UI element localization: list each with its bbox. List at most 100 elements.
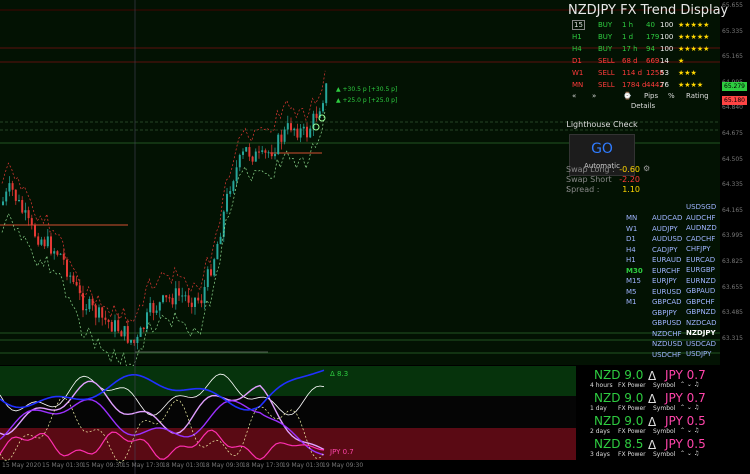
candle-body: [53, 251, 56, 254]
timeframe-button[interactable]: H1: [626, 256, 636, 264]
price-tick: 65.655: [722, 2, 743, 9]
symbol-button[interactable]: EURCHF: [652, 267, 680, 275]
symbol-button[interactable]: GBPUSD: [652, 319, 681, 327]
candle-body: [290, 123, 292, 131]
symbol-button[interactable]: GBPCAD: [652, 298, 682, 306]
timeframe-button[interactable]: W1: [626, 225, 637, 233]
trend-age: 1 h: [622, 21, 634, 29]
symbol-button[interactable]: NZDCHF: [652, 330, 682, 338]
candle-body: [101, 307, 104, 318]
candle-body: [130, 339, 132, 343]
swap-value: -2.20: [619, 175, 640, 184]
candle-body: [306, 126, 308, 138]
trend-dir: BUY: [598, 33, 613, 41]
sound-icon[interactable]: ⌃ ⌄ ♫: [680, 404, 699, 411]
next-icon[interactable]: »: [592, 92, 596, 100]
trend-row[interactable]: H4 BUY 17 h 94 100 ★★★★★: [568, 43, 718, 55]
symbol-button[interactable]: Symbol: [653, 382, 675, 389]
time-tick: 18 May 17:30: [242, 462, 284, 469]
go-button[interactable]: GO: [570, 141, 634, 157]
timeframe-button[interactable]: M1: [626, 298, 637, 306]
timeframe-button[interactable]: H4: [626, 246, 636, 254]
timeframe-button[interactable]: M30: [626, 267, 643, 275]
candle-body: [165, 295, 168, 298]
symbol-button[interactable]: EURGBP: [686, 266, 715, 274]
trend-row[interactable]: W1 SELL 114 d 1258 53 ★★★: [568, 67, 718, 79]
settings-icon[interactable]: ⚙: [643, 165, 650, 173]
price-tick: 64.675: [722, 130, 743, 137]
candle-body: [11, 183, 14, 190]
details-button[interactable]: Details: [568, 102, 718, 110]
candle-body: [178, 288, 180, 296]
fx-power-button[interactable]: FX Power: [618, 428, 646, 435]
symbol-button[interactable]: USDSGD: [686, 203, 716, 211]
symbol-button[interactable]: CHFJPY: [686, 245, 711, 253]
symbol-button[interactable]: AUDUSD: [652, 235, 682, 243]
symbol-button[interactable]: USDJPY: [686, 350, 711, 358]
symbol-button[interactable]: Symbol: [653, 405, 675, 412]
symbol-button[interactable]: EURNZD: [686, 277, 716, 285]
symbol-button[interactable]: EURAUD: [652, 256, 681, 264]
timeframe-button[interactable]: M15: [626, 277, 641, 285]
symbol-button[interactable]: AUDNZD: [686, 224, 717, 232]
symbol-button[interactable]: USDCAD: [686, 340, 716, 348]
price-tick: 63.485: [722, 309, 743, 317]
swap-value: 1.10: [622, 185, 640, 194]
fx-power-button[interactable]: FX Power: [618, 451, 646, 458]
sound-icon[interactable]: ⌃ ⌄ ♫: [680, 450, 699, 457]
symbol-button[interactable]: GBPCHF: [686, 298, 715, 306]
trend-row[interactable]: H1 BUY 1 d 179 100 ★★★★★: [568, 31, 718, 43]
trend-pips: 669: [646, 57, 660, 65]
timeframe-button[interactable]: D1: [626, 235, 636, 243]
candle-body: [258, 151, 260, 153]
candle-body: [152, 303, 155, 313]
candle-body: [171, 297, 174, 305]
fx-power-button[interactable]: FX Power: [618, 405, 646, 412]
candle-body: [14, 189, 17, 201]
symbol-button[interactable]: CADCHF: [686, 235, 715, 243]
timeframe-button[interactable]: M5: [626, 288, 637, 296]
symbol-button[interactable]: EURJPY: [652, 277, 677, 285]
symbol-button[interactable]: Symbol: [653, 451, 675, 458]
candle-body: [286, 123, 289, 130]
trend-row[interactable]: D1 SELL 68 d 669 14 ★: [568, 55, 718, 67]
candle-body: [24, 210, 27, 213]
price-tick: 63.995: [722, 232, 743, 240]
symbol-button[interactable]: NZDCAD: [686, 319, 717, 327]
trend-age: 68 d: [622, 57, 638, 65]
sound-icon[interactable]: ⌃ ⌄ ♫: [680, 427, 699, 434]
sound-icon[interactable]: ⌃ ⌄ ♫: [680, 381, 699, 388]
clock-icon[interactable]: ⌚: [623, 92, 632, 100]
candle-body: [200, 300, 203, 304]
symbol-button[interactable]: AUDCHF: [686, 214, 715, 222]
symbol-button[interactable]: Symbol: [653, 428, 675, 435]
header-rating[interactable]: Rating: [686, 92, 709, 100]
header-pips[interactable]: Pips: [644, 92, 658, 100]
symbol-button[interactable]: AUDCAD: [652, 214, 682, 222]
symbol-button[interactable]: GBPNZD: [686, 308, 716, 316]
symbol-button[interactable]: EURCAD: [686, 256, 715, 264]
candle-body: [194, 297, 196, 307]
jpy-strength: JPY 0.7: [665, 368, 706, 382]
candle-body: [46, 236, 49, 247]
fx-power-button[interactable]: FX Power: [618, 382, 646, 389]
time-tick: 19 May 01:30: [282, 462, 324, 469]
trend-dir: SELL: [598, 57, 615, 65]
symbol-button[interactable]: NZDJPY: [686, 329, 716, 337]
trend-row[interactable]: 15 BUY 1 h 40 100 ★★★★★: [568, 19, 718, 31]
symbol-button[interactable]: GBPAUD: [686, 287, 715, 295]
period-label: 4 hours: [590, 382, 613, 389]
candle-body: [82, 293, 84, 311]
symbol-button[interactable]: AUDJPY: [652, 225, 678, 233]
timeframe-button[interactable]: MN: [626, 214, 637, 222]
prev-icon[interactable]: «: [572, 92, 576, 100]
symbol-button[interactable]: NZDUSD: [652, 340, 682, 348]
symbol-button[interactable]: EURUSD: [652, 288, 681, 296]
header-percent[interactable]: %: [668, 92, 675, 100]
symbol-button[interactable]: CADJPY: [652, 246, 677, 254]
jpy-strength: JPY 0.5: [665, 437, 706, 451]
symbol-button[interactable]: USDCHF: [652, 351, 681, 359]
candle-body: [187, 295, 190, 303]
nzd-strength: NZD 9.0: [594, 414, 644, 428]
symbol-button[interactable]: GBPJPY: [652, 309, 677, 317]
